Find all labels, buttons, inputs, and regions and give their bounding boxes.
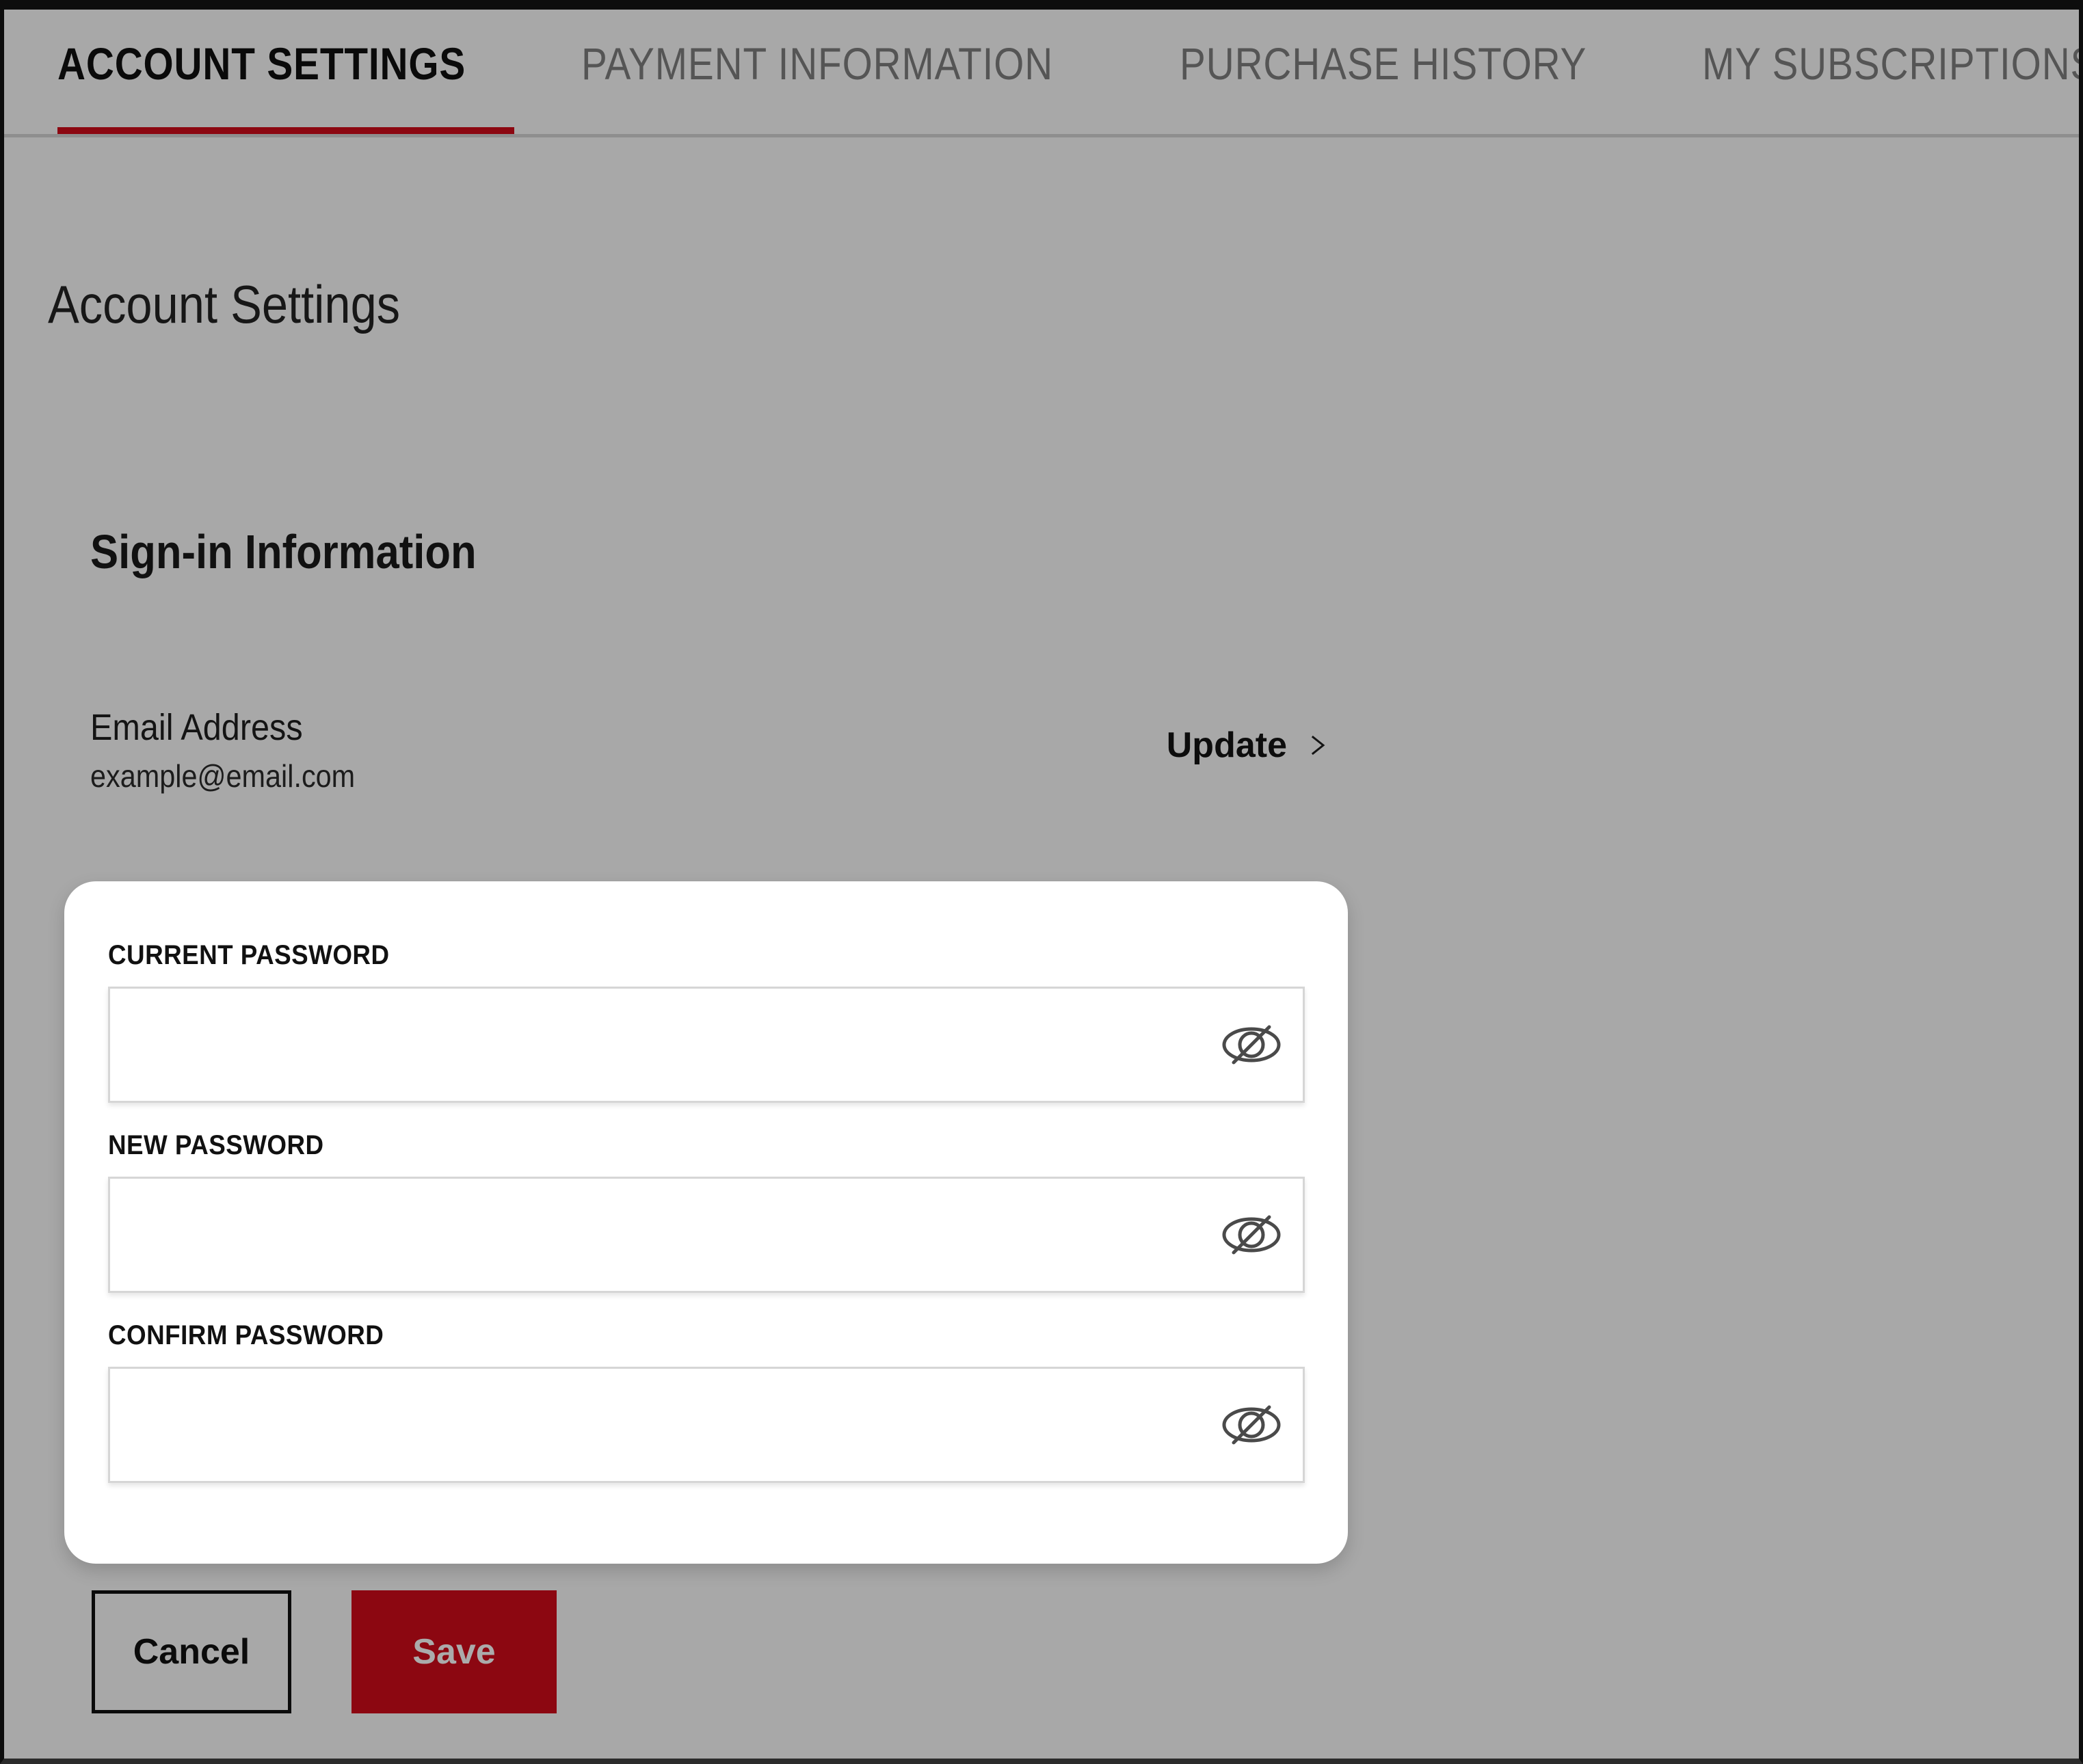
email-address-label: Email Address <box>90 707 303 748</box>
new-password-field: NEW PASSWORD <box>108 1130 1305 1293</box>
new-password-input-wrapper[interactable] <box>108 1177 1305 1293</box>
email-address-block: Email Address example@email.com <box>90 708 384 792</box>
change-password-card: CURRENT PASSWORD NEW PASSWORD CONFIRM PA… <box>64 881 1348 1564</box>
email-address-row: Email Address example@email.com Update <box>90 708 1431 792</box>
current-password-input[interactable] <box>110 989 1200 1101</box>
app-window: ACCOUNT SETTINGS PAYMENT INFORMATION PUR… <box>0 0 2083 1764</box>
page-title: Account Settings <box>48 274 401 335</box>
eye-slash-icon <box>1219 1210 1284 1259</box>
section-title-sign-in-information: Sign-in Information <box>90 525 477 579</box>
eye-slash-icon <box>1219 1400 1284 1449</box>
tab-list: ACCOUNT SETTINGS PAYMENT INFORMATION PUR… <box>57 10 2079 86</box>
confirm-password-input[interactable] <box>110 1369 1200 1481</box>
tab-purchase-history[interactable]: PURCHASE HISTORY <box>1180 10 1587 86</box>
tab-bar-divider <box>4 134 2079 137</box>
current-password-visibility-toggle[interactable] <box>1200 989 1303 1101</box>
chevron-right-icon <box>1306 734 1329 757</box>
confirm-password-label: CONFIRM PASSWORD <box>108 1320 384 1350</box>
current-password-input-wrapper[interactable] <box>108 987 1305 1103</box>
form-actions: Cancel Save <box>92 1590 557 1713</box>
new-password-visibility-toggle[interactable] <box>1200 1179 1303 1291</box>
confirm-password-visibility-toggle[interactable] <box>1200 1369 1303 1481</box>
main-tab-bar: ACCOUNT SETTINGS PAYMENT INFORMATION PUR… <box>4 10 2079 137</box>
tab-account-settings[interactable]: ACCOUNT SETTINGS <box>57 10 466 86</box>
update-link-label: Update <box>1166 725 1287 765</box>
confirm-password-field: CONFIRM PASSWORD <box>108 1320 1305 1483</box>
email-address-value: example@email.com <box>90 758 356 794</box>
cancel-button[interactable]: Cancel <box>92 1590 291 1713</box>
current-password-field: CURRENT PASSWORD <box>108 940 1305 1103</box>
save-button[interactable]: Save <box>351 1590 557 1713</box>
eye-slash-icon <box>1219 1020 1284 1069</box>
current-password-label: CURRENT PASSWORD <box>108 940 390 970</box>
update-email-link[interactable]: Update <box>1167 727 1329 763</box>
tab-payment-information[interactable]: PAYMENT INFORMATION <box>581 10 1053 86</box>
new-password-label: NEW PASSWORD <box>108 1130 324 1160</box>
new-password-input[interactable] <box>110 1179 1200 1291</box>
tab-my-subscriptions[interactable]: MY SUBSCRIPTIONS <box>1702 10 2079 86</box>
confirm-password-input-wrapper[interactable] <box>108 1367 1305 1483</box>
